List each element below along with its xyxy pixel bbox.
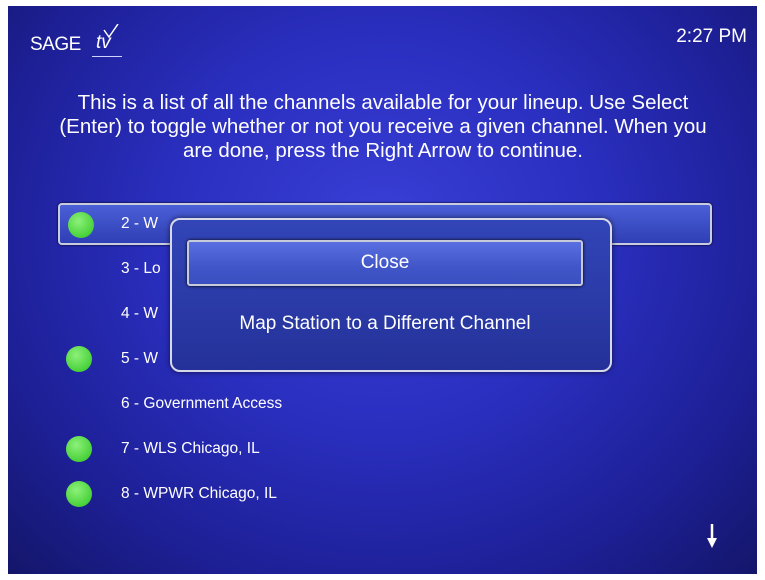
- green-dot-icon: [66, 436, 92, 462]
- instructions-text: This is a list of all the channels avail…: [59, 91, 707, 162]
- channel-label: 5 - W: [121, 350, 159, 367]
- map-station-option[interactable]: Map Station to a Different Channel: [172, 313, 598, 335]
- sagetv-logo: SAGE tv: [30, 24, 160, 58]
- channel-row[interactable]: 8 - WPWR Chicago, IL: [58, 473, 712, 518]
- channel-label: 2 - W: [121, 215, 159, 232]
- close-button[interactable]: Close: [187, 240, 583, 286]
- channel-row[interactable]: 7 - WLS Chicago, IL: [58, 428, 712, 473]
- clock: 2:27 PM: [676, 26, 747, 47]
- channel-label: 4 - W: [121, 305, 159, 322]
- channel-label: 6 - Government Access: [121, 395, 283, 412]
- logo-check-icon: [103, 24, 119, 39]
- green-dot-icon: [66, 346, 92, 372]
- channel-options-popup: Close Map Station to a Different Channel: [170, 218, 612, 372]
- setup-screen: SAGE tv 2:27 PM This is a list of all th…: [8, 6, 757, 574]
- channel-label: 7 - WLS Chicago, IL: [121, 440, 260, 457]
- green-dot-icon: [66, 481, 92, 507]
- green-dot-icon: [68, 212, 94, 238]
- channel-label: 8 - WPWR Chicago, IL: [121, 485, 277, 502]
- channel-label: 3 - Lo: [121, 260, 161, 277]
- down-arrow-icon[interactable]: [706, 522, 718, 550]
- channel-row[interactable]: 6 - Government Access: [58, 383, 712, 428]
